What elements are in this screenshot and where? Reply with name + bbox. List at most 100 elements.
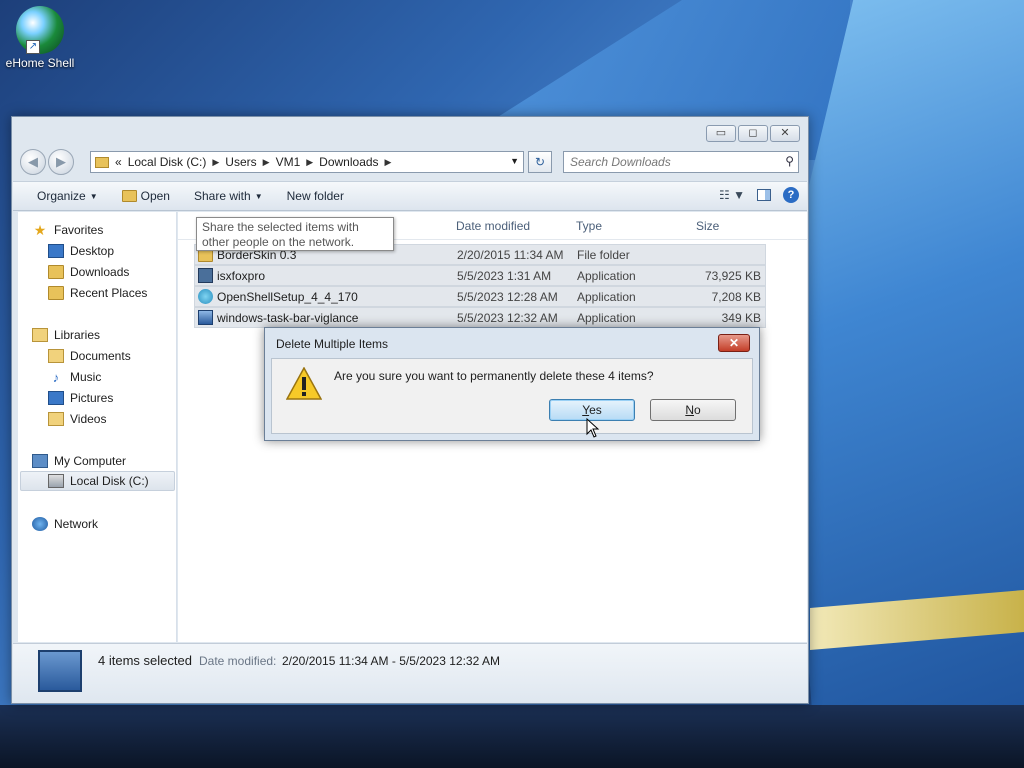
- nav-libraries-label: Libraries: [54, 328, 101, 342]
- column-size[interactable]: Size: [696, 219, 719, 233]
- open-label: Open: [140, 189, 170, 203]
- file-name: OpenShellSetup_4_4_170: [217, 289, 358, 304]
- nav-music-label: Music: [70, 370, 102, 384]
- windows-logo-icon: ↗: [16, 6, 64, 54]
- breadcrumb-users[interactable]: Users: [225, 155, 256, 169]
- navigation-pane: ★ Favorites Desktop Downloads Recent Pla…: [18, 212, 177, 642]
- file-row[interactable]: windows-task-bar-viglance 5/5/2023 12:32…: [194, 307, 766, 328]
- organize-button[interactable]: Organize ▼: [13, 189, 110, 203]
- computer-icon: [32, 454, 48, 468]
- organize-label: Organize: [37, 189, 86, 203]
- desktop-icon-label: eHome Shell: [5, 56, 75, 70]
- nav-my-computer[interactable]: My Computer: [32, 451, 126, 471]
- network-icon: [32, 517, 48, 531]
- nav-documents-label: Documents: [70, 349, 131, 363]
- file-type: File folder: [577, 247, 630, 262]
- nav-videos-label: Videos: [70, 412, 107, 426]
- dialog-close-button[interactable]: ✕: [718, 334, 750, 352]
- nav-my-computer-label: My Computer: [54, 454, 127, 468]
- desktop-icon: [48, 244, 64, 258]
- nav-downloads[interactable]: Downloads: [48, 262, 129, 282]
- no-label-rest: o: [693, 403, 701, 417]
- preview-pane-icon[interactable]: [757, 189, 771, 201]
- help-icon[interactable]: ?: [783, 187, 799, 203]
- multiple-files-icon: [38, 650, 82, 692]
- breadcrumb-chevron-icon[interactable]: ▶: [306, 157, 313, 168]
- nav-local-disk-label: Local Disk (C:): [70, 474, 149, 488]
- change-view-icon[interactable]: ☷ ▼: [719, 188, 745, 202]
- selection-count: 4 items selected: [98, 653, 192, 668]
- column-type[interactable]: Type: [576, 219, 602, 233]
- command-bar: Organize ▼ Open Share with ▼ New folder …: [13, 181, 807, 211]
- search-input[interactable]: Search Downloads ⚲: [563, 151, 799, 173]
- wallpaper-shape: [0, 705, 1024, 768]
- nav-downloads-label: Downloads: [70, 265, 130, 279]
- file-size: 7,208 KB: [711, 289, 761, 304]
- new-folder-button[interactable]: New folder: [275, 189, 356, 203]
- minimize-button[interactable]: ▭: [706, 125, 736, 142]
- new-folder-label: New folder: [286, 189, 344, 203]
- file-row[interactable]: OpenShellSetup_4_4_170 5/5/2023 12:28 AM…: [194, 286, 766, 307]
- address-row: ◀ ▶ « Local Disk (C:) ▶ Users ▶ VM1 ▶ Do…: [18, 148, 802, 176]
- nav-documents[interactable]: Documents: [48, 346, 131, 366]
- chevron-down-icon[interactable]: ▼: [510, 156, 519, 166]
- date-modified-label: Date modified:: [199, 654, 277, 668]
- file-date: 2/20/2015 11:34 AM: [457, 247, 564, 262]
- delete-dialog: Delete Multiple Items ✕ Are you sure you…: [264, 327, 760, 441]
- breadcrumb-chevron-icon[interactable]: ▶: [212, 157, 219, 168]
- close-button[interactable]: ✕: [770, 125, 800, 142]
- chevron-down-icon: ▼: [89, 191, 98, 201]
- nav-pictures[interactable]: Pictures: [48, 388, 113, 408]
- warning-icon: [286, 367, 322, 400]
- no-button[interactable]: No: [650, 399, 736, 421]
- search-placeholder: Search Downloads: [570, 155, 671, 169]
- file-date: 5/5/2023 12:28 AM: [457, 289, 558, 304]
- file-row[interactable]: isxfoxpro 5/5/2023 1:31 AM Application 7…: [194, 265, 766, 286]
- recent-places-icon: [48, 286, 64, 300]
- open-button[interactable]: Open: [110, 189, 182, 203]
- nav-desktop[interactable]: Desktop: [48, 241, 114, 261]
- nav-network[interactable]: Network: [32, 514, 98, 534]
- forward-button[interactable]: ▶: [48, 149, 74, 175]
- videos-icon: [48, 412, 64, 426]
- share-with-label: Share with: [193, 189, 251, 203]
- column-date-modified[interactable]: Date modified: [456, 219, 530, 233]
- date-modified-value: 2/20/2015 11:34 AM - 5/5/2023 12:32 AM: [282, 654, 500, 668]
- breadcrumb-overflow[interactable]: «: [115, 155, 122, 169]
- address-bar[interactable]: « Local Disk (C:) ▶ Users ▶ VM1 ▶ Downlo…: [90, 151, 524, 173]
- application-icon: [198, 268, 213, 283]
- no-accelerator: N: [685, 403, 694, 417]
- nav-pictures-label: Pictures: [70, 391, 114, 405]
- share-with-tooltip: Share the selected items with other peop…: [196, 217, 394, 251]
- application-icon: [198, 310, 213, 325]
- open-folder-icon: [121, 190, 137, 202]
- breadcrumb-chevron-icon[interactable]: ▶: [263, 157, 270, 168]
- breadcrumb-local-disk[interactable]: Local Disk (C:): [128, 155, 207, 169]
- caption-buttons: ▭ ◻ ✕: [706, 125, 800, 142]
- yes-label-rest: es: [589, 403, 602, 417]
- nav-local-disk[interactable]: Local Disk (C:): [20, 471, 175, 491]
- toolbar-right: ☷ ▼ ?: [719, 187, 799, 203]
- refresh-button[interactable]: ↻: [528, 151, 552, 173]
- file-size: 73,925 KB: [704, 268, 761, 283]
- star-icon: ★: [33, 222, 47, 238]
- shell-setup-icon: [198, 289, 213, 304]
- maximize-button[interactable]: ◻: [738, 125, 768, 142]
- back-button[interactable]: ◀: [20, 149, 46, 175]
- folder-icon: [95, 156, 109, 168]
- file-name: windows-task-bar-viglance: [217, 310, 359, 325]
- nav-favorites[interactable]: ★ Favorites: [32, 220, 104, 240]
- desktop-icon-ehome-shell[interactable]: ↗ eHome Shell: [4, 6, 76, 70]
- shortcut-arrow-icon: ↗: [26, 40, 40, 54]
- local-disk-icon: [48, 474, 64, 488]
- breadcrumb-chevron-icon[interactable]: ▶: [385, 157, 392, 168]
- chevron-down-icon: ▼: [254, 191, 263, 201]
- breadcrumb-downloads[interactable]: Downloads: [319, 155, 378, 169]
- share-with-button[interactable]: Share with ▼: [182, 189, 275, 203]
- breadcrumb-vm1[interactable]: VM1: [276, 155, 301, 169]
- nav-recent-places[interactable]: Recent Places: [48, 283, 147, 303]
- search-icon[interactable]: ⚲: [785, 154, 794, 168]
- nav-videos[interactable]: Videos: [48, 409, 106, 429]
- nav-music[interactable]: ♪ Music: [48, 367, 102, 387]
- nav-libraries[interactable]: Libraries: [32, 325, 100, 345]
